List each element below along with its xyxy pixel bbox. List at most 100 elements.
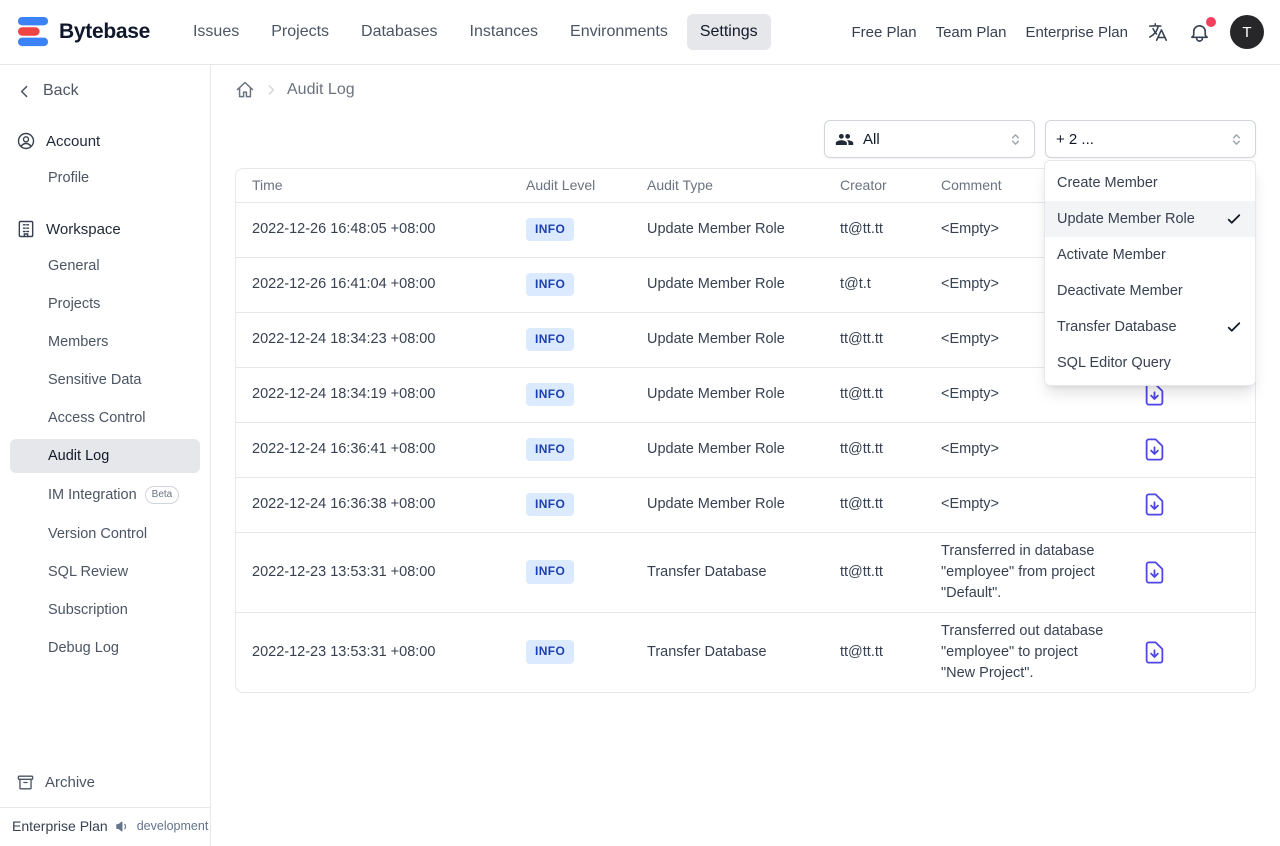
cell-comment: <Empty> — [925, 422, 1123, 478]
menu-item-sql-editor-query[interactable]: SQL Editor Query — [1045, 345, 1255, 381]
nav-instances[interactable]: Instances — [457, 14, 551, 50]
cell-time: 2022-12-23 13:53:31 +08:00 — [236, 532, 510, 613]
footer-environment-label: development — [136, 819, 209, 833]
sidebar-item-members[interactable]: Members — [10, 325, 200, 359]
cell-payload — [1123, 612, 1255, 692]
cell-level: INFO — [510, 312, 631, 368]
selector-icon — [1007, 131, 1024, 148]
free-plan-link[interactable]: Free Plan — [852, 24, 917, 41]
cell-time: 2022-12-26 16:41:04 +08:00 — [236, 257, 510, 313]
breadcrumb-current: Audit Log — [287, 81, 355, 98]
menu-item-label: Create Member — [1057, 175, 1158, 191]
cell-level: INFO — [510, 532, 631, 613]
sidebar-item-sql-review[interactable]: SQL Review — [10, 555, 200, 589]
sidebar-item-version-control[interactable]: Version Control — [10, 517, 200, 551]
settings-sidebar: Back Account Profile Workspace General P… — [0, 65, 211, 846]
cell-creator: tt@tt.tt — [824, 532, 925, 613]
brand-name: Bytebase — [59, 20, 150, 43]
cell-level: INFO — [510, 367, 631, 423]
audit-level-badge: INFO — [526, 560, 575, 584]
notification-dot-icon — [1206, 16, 1216, 27]
cell-audit-type: Update Member Role — [631, 257, 824, 313]
nav-databases[interactable]: Databases — [348, 14, 451, 50]
cell-creator: tt@tt.tt — [824, 422, 925, 478]
back-button[interactable]: Back — [10, 73, 200, 109]
sidebar-item-subscription[interactable]: Subscription — [10, 593, 200, 627]
im-integration-label: IM Integration — [48, 487, 137, 503]
sidebar-item-general[interactable]: General — [10, 249, 200, 283]
download-payload-icon[interactable] — [1139, 637, 1170, 668]
audit-level-badge: INFO — [526, 492, 575, 517]
avatar[interactable]: T — [1230, 15, 1264, 49]
sidebar-item-profile[interactable]: Profile — [10, 161, 200, 195]
announcement-speaker-icon — [115, 819, 130, 834]
audit-level-badge: INFO — [526, 437, 575, 462]
sidebar-item-archive[interactable]: Archive — [10, 764, 200, 801]
audit-type-filter-select[interactable]: + 2 ... — [1045, 120, 1256, 158]
beta-badge: Beta — [144, 486, 180, 504]
cell-level: INFO — [510, 422, 631, 478]
col-header-time: Time — [236, 169, 510, 203]
audit-level-badge: INFO — [526, 327, 575, 352]
menu-item-label: Transfer Database — [1057, 319, 1177, 335]
download-payload-icon[interactable] — [1139, 489, 1170, 520]
sidebar-item-im-integration[interactable]: IM Integration Beta — [10, 477, 200, 513]
menu-item-deactivate-member[interactable]: Deactivate Member — [1045, 273, 1255, 309]
type-filter-value: + 2 ... — [1056, 130, 1094, 148]
col-header-audit-level: Audit Level — [510, 169, 631, 203]
nav-issues[interactable]: Issues — [180, 14, 252, 50]
archive-label: Archive — [45, 774, 96, 791]
sidebar-item-access-control[interactable]: Access Control — [10, 401, 200, 435]
sidebar-item-sensitive-data[interactable]: Sensitive Data — [10, 363, 200, 397]
brand-logo[interactable]: Bytebase — [16, 16, 150, 48]
back-label: Back — [43, 82, 79, 99]
sidebar-section-account: Account — [10, 123, 200, 159]
download-payload-icon[interactable] — [1139, 434, 1170, 465]
cell-level: INFO — [510, 477, 631, 533]
sidebar-section-workspace: Workspace — [10, 211, 200, 247]
home-icon[interactable] — [235, 80, 255, 100]
download-payload-icon[interactable] — [1139, 557, 1170, 588]
account-icon — [16, 131, 36, 151]
nav-environments[interactable]: Environments — [557, 14, 681, 50]
menu-item-create-member[interactable]: Create Member — [1045, 165, 1255, 201]
table-row: 2022-12-23 13:53:31 +08:00 INFO Transfer… — [236, 612, 1255, 692]
bytebase-logo-icon — [16, 16, 50, 48]
sidebar-item-projects[interactable]: Projects — [10, 287, 200, 321]
menu-item-transfer-database[interactable]: Transfer Database — [1045, 309, 1255, 345]
check-icon — [1225, 210, 1243, 228]
cell-creator: tt@tt.tt — [824, 312, 925, 368]
cell-audit-type: Update Member Role — [631, 202, 824, 258]
cell-audit-type: Update Member Role — [631, 477, 824, 533]
cell-audit-type: Update Member Role — [631, 422, 824, 478]
back-arrow-icon — [16, 83, 33, 100]
sidebar-item-audit-log[interactable]: Audit Log — [10, 439, 200, 473]
audit-level-badge: INFO — [526, 640, 575, 664]
cell-time: 2022-12-24 16:36:41 +08:00 — [236, 422, 510, 478]
nav-settings[interactable]: Settings — [686, 14, 771, 50]
creator-filter-select[interactable]: All — [824, 120, 1035, 158]
cell-payload — [1123, 532, 1255, 613]
audit-level-badge: INFO — [526, 272, 575, 297]
section-account-label: Account — [46, 132, 101, 150]
team-plan-link[interactable]: Team Plan — [936, 24, 1007, 41]
cell-time: 2022-12-24 16:36:38 +08:00 — [236, 477, 510, 533]
filter-row: All + 2 ... — [235, 120, 1256, 158]
sidebar-item-debug-log[interactable]: Debug Log — [10, 631, 200, 665]
menu-item-update-member-role[interactable]: Update Member Role — [1045, 201, 1255, 237]
nav-projects[interactable]: Projects — [258, 14, 342, 50]
translate-icon[interactable] — [1147, 21, 1169, 43]
cell-payload — [1123, 422, 1255, 478]
bell-icon[interactable] — [1188, 16, 1216, 44]
cell-comment: <Empty> — [925, 477, 1123, 533]
audit-type-dropdown-menu: Create Member Update Member Role Activat… — [1044, 160, 1256, 386]
enterprise-plan-link[interactable]: Enterprise Plan — [1025, 24, 1128, 41]
col-header-creator: Creator — [824, 169, 925, 203]
menu-item-activate-member[interactable]: Activate Member — [1045, 237, 1255, 273]
cell-comment: Transferred out database "employee" to p… — [941, 622, 1104, 681]
breadcrumb: Audit Log — [235, 71, 1256, 109]
cell-level: INFO — [510, 257, 631, 313]
creator-filter-value: All — [863, 130, 880, 148]
table-row: 2022-12-23 13:53:31 +08:00 INFO Transfer… — [236, 532, 1255, 613]
